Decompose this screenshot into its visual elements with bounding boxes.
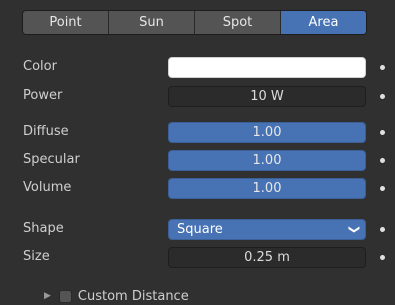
specular-label: Specular — [23, 152, 80, 167]
size-field[interactable]: 0.25 m — [168, 247, 366, 268]
color-keyframe-dot[interactable] — [380, 65, 385, 70]
volume-slider[interactable]: 1.00 — [168, 178, 366, 199]
tab-area[interactable]: Area — [281, 11, 366, 34]
shape-label: Shape — [23, 221, 64, 236]
chevron-down-icon: ❯ — [347, 224, 361, 235]
light-type-tabs: Point Sun Spot Area — [22, 10, 367, 35]
power-row: Power 10 W — [0, 84, 395, 108]
expand-triangle-icon[interactable]: ▶ — [44, 291, 51, 301]
specular-keyframe-dot[interactable] — [380, 158, 385, 163]
specular-slider[interactable]: 1.00 — [168, 150, 366, 171]
custom-distance-subpanel[interactable]: ▶ Custom Distance — [44, 287, 189, 305]
diffuse-keyframe-dot[interactable] — [380, 130, 385, 135]
specular-row: Specular 1.00 — [0, 148, 395, 172]
shape-keyframe-dot[interactable] — [380, 227, 385, 232]
shape-dropdown[interactable]: Square ❯ — [168, 219, 366, 240]
color-swatch[interactable] — [168, 57, 366, 78]
volume-keyframe-dot[interactable] — [380, 186, 385, 191]
diffuse-slider[interactable]: 1.00 — [168, 122, 366, 143]
size-label: Size — [23, 249, 50, 264]
custom-distance-checkbox[interactable] — [58, 289, 72, 303]
power-label: Power — [23, 88, 63, 103]
tab-spot[interactable]: Spot — [195, 11, 281, 34]
color-row: Color — [0, 55, 395, 79]
size-keyframe-dot[interactable] — [380, 255, 385, 260]
power-keyframe-dot[interactable] — [380, 94, 385, 99]
size-row: Size 0.25 m — [0, 245, 395, 269]
tab-point[interactable]: Point — [23, 11, 109, 34]
custom-distance-label: Custom Distance — [77, 288, 189, 304]
diffuse-row: Diffuse 1.00 — [0, 120, 395, 144]
volume-row: Volume 1.00 — [0, 176, 395, 200]
volume-label: Volume — [23, 180, 72, 195]
tab-sun[interactable]: Sun — [109, 11, 195, 34]
diffuse-label: Diffuse — [23, 124, 69, 139]
shape-value: Square — [177, 222, 223, 237]
shape-row: Shape Square ❯ — [0, 217, 395, 241]
color-label: Color — [23, 59, 57, 74]
power-field[interactable]: 10 W — [168, 86, 366, 107]
